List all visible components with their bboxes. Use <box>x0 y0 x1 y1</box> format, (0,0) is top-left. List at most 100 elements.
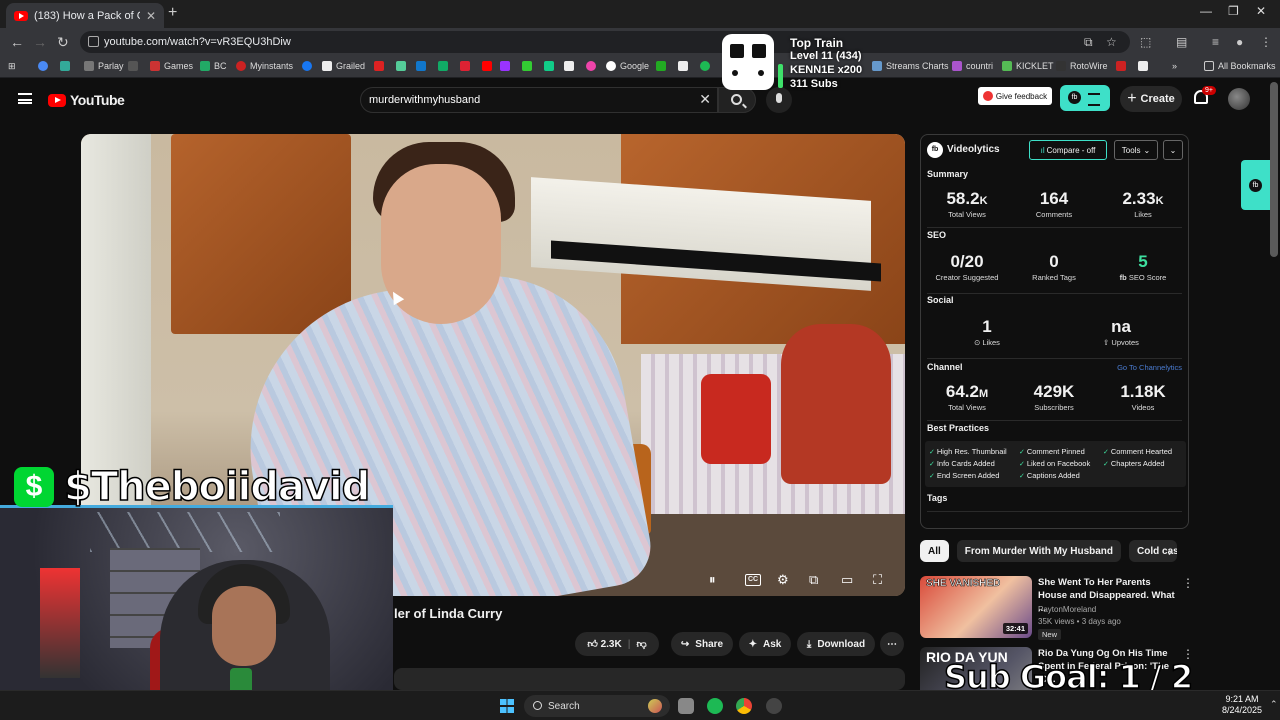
chip-from-series[interactable]: From Murder With My Husband <box>956 540 1122 562</box>
share-button[interactable]: ↪ Share <box>671 632 733 656</box>
bookmark-games[interactable]: Games <box>150 61 193 71</box>
bookmark-icon[interactable] <box>656 61 666 71</box>
bookmark-icon[interactable] <box>700 61 710 71</box>
profile-icon[interactable]: ● <box>1236 35 1243 49</box>
more-options-icon[interactable]: ⋮ <box>1182 576 1194 590</box>
bookmark-icon[interactable] <box>482 61 492 71</box>
bookmark-icon[interactable] <box>564 61 574 71</box>
bookmark-icon[interactable] <box>586 61 596 71</box>
minimize-button[interactable]: — <box>1200 4 1212 18</box>
stat-social-likes: 1 ⊙ Likes <box>974 317 1000 347</box>
new-tab-button[interactable]: + <box>168 4 177 22</box>
app-icon[interactable] <box>766 698 782 714</box>
taskbar-search[interactable]: Search <box>524 695 670 717</box>
system-clock[interactable]: 9:21 AM 8/24/2025 <box>1222 694 1262 716</box>
videolytics-toggle-button[interactable] <box>1060 85 1110 111</box>
chrome-icon[interactable] <box>736 698 752 714</box>
bookmark-kicklet[interactable]: KICKLET <box>1002 61 1054 71</box>
sidepanel-icon[interactable]: ▤ <box>1176 35 1187 49</box>
like-button[interactable]: 👍︎ 2.3K <box>587 638 621 650</box>
tools-dropdown[interactable]: Tools ⌄ <box>1114 140 1158 160</box>
windows-start-icon[interactable] <box>500 699 514 713</box>
rec-channel[interactable]: PaytonMoreland <box>1038 605 1096 614</box>
recommended-video[interactable]: SHE VANISHED 32:41 She Went To Her Paren… <box>920 576 1194 640</box>
section-channel: Channel <box>927 362 963 372</box>
task-view-icon[interactable] <box>678 698 694 714</box>
bookmark-streams-charts[interactable]: Streams Charts <box>872 61 949 71</box>
reload-button[interactable]: ↻ <box>57 34 69 51</box>
extensions-icon[interactable]: ⬚ <box>1140 35 1151 49</box>
theater-mode-icon[interactable]: ▭ <box>841 572 853 588</box>
dislike-button[interactable]: 👎︎ <box>637 638 647 650</box>
maximize-button[interactable]: ❐ <box>1228 4 1239 18</box>
bookmark-icon[interactable] <box>500 61 510 71</box>
captions-button[interactable]: CC <box>745 574 761 586</box>
menu-icon[interactable]: ⋮ <box>1260 35 1272 49</box>
bookmark-icon[interactable] <box>544 61 554 71</box>
collapse-panel-button[interactable]: ⌄ <box>1163 140 1183 160</box>
chevron-right-icon[interactable]: › <box>1168 545 1172 559</box>
bookmark-star-icon[interactable]: ☆ <box>1106 35 1117 49</box>
menu-hamburger-icon[interactable] <box>18 93 32 104</box>
bookmark-icon[interactable] <box>678 61 688 71</box>
fullscreen-icon[interactable]: ⛶ <box>873 572 882 588</box>
give-feedback-button[interactable]: Give feedback <box>978 87 1052 105</box>
miniplayer-icon[interactable]: ⧉ <box>809 572 818 588</box>
bookmark-grailed[interactable]: Grailed <box>322 61 365 71</box>
bookmark-icon[interactable] <box>396 61 406 71</box>
clear-search-icon[interactable]: ✕ <box>699 91 711 108</box>
bookmark-icon[interactable] <box>522 61 532 71</box>
spotify-icon[interactable] <box>707 698 723 714</box>
back-button[interactable]: ← <box>10 34 24 50</box>
bookmark-rotowire[interactable]: RotoWire <box>1056 61 1108 71</box>
all-bookmarks-folder[interactable]: All Bookmarks <box>1204 61 1276 71</box>
more-actions-button[interactable]: ⋯ <box>880 632 904 656</box>
close-window-button[interactable]: ✕ <box>1256 4 1266 18</box>
browser-tab[interactable]: (183) How a Pack of Cigare ✕ <box>6 3 164 28</box>
video-thumbnail[interactable]: SHE VANISHED 32:41 <box>920 576 1032 638</box>
bookmark-parlay[interactable]: Parlay <box>84 61 124 71</box>
bookmark-icon[interactable] <box>1138 61 1148 71</box>
bookmark-icon[interactable] <box>128 61 138 71</box>
account-avatar[interactable] <box>1228 88 1250 110</box>
browser-toolbar: ← → ↻ youtube.com/watch?v=vR3EQU3hDiw ⧉ … <box>0 28 1280 56</box>
videolytics-float-button[interactable] <box>1241 160 1271 210</box>
tab-close-icon[interactable]: ✕ <box>146 9 156 23</box>
bookmark-icon[interactable] <box>60 61 70 71</box>
ask-button[interactable]: ✦ Ask <box>739 632 791 656</box>
bookmark-bc[interactable]: BC <box>200 61 227 71</box>
bookmark-icon[interactable] <box>374 61 384 71</box>
page-scrollbar[interactable] <box>1270 82 1278 257</box>
bookmark-myinstants[interactable]: Myinstants <box>236 61 293 71</box>
share-icon: ↪ <box>680 638 690 650</box>
media-icon[interactable]: ≡ <box>1212 35 1219 49</box>
address-bar[interactable]: youtube.com/watch?v=vR3EQU3hDiw <box>80 31 1130 53</box>
bookmark-icon[interactable] <box>302 61 312 71</box>
download-button[interactable]: ⤓ Download <box>797 632 875 656</box>
autoplay-toggle[interactable]: ⏸ <box>709 572 716 588</box>
cast-icon[interactable]: ⧉ <box>1084 35 1093 50</box>
more-bookmarks-icon[interactable]: » <box>1172 61 1177 71</box>
apps-icon[interactable]: ⊞ <box>8 61 16 72</box>
compare-button[interactable]: ıl Compare - off <box>1029 140 1107 160</box>
bookmark-icon[interactable] <box>416 61 426 71</box>
train-level: Level 11 (434) <box>790 50 862 62</box>
bookmark-icon[interactable] <box>38 61 48 71</box>
search-input[interactable]: murderwithmyhusband ✕ <box>360 87 718 113</box>
bookmark-google[interactable]: Google <box>606 61 649 71</box>
bookmark-countri[interactable]: countri <box>952 61 993 71</box>
video-title: ler of Linda Curry <box>394 606 503 621</box>
rec-meta: 35K views • 3 days ago <box>1038 617 1121 626</box>
bookmark-icon[interactable] <box>1116 61 1126 71</box>
bookmark-icon[interactable] <box>460 61 470 71</box>
youtube-logo[interactable]: YouTube <box>48 92 125 108</box>
bookmark-icon[interactable] <box>438 61 448 71</box>
create-button[interactable]: + Create <box>1120 86 1182 112</box>
channelytics-link[interactable]: Go To Channelytics <box>1117 363 1182 372</box>
forward-button[interactable]: → <box>33 34 47 50</box>
chevron-up-icon[interactable]: ⌃ <box>1270 699 1278 710</box>
site-info-icon[interactable] <box>88 36 99 47</box>
description-box[interactable] <box>394 668 905 690</box>
chip-all[interactable]: All <box>920 540 949 562</box>
settings-gear-icon[interactable]: ⚙ <box>777 572 789 588</box>
